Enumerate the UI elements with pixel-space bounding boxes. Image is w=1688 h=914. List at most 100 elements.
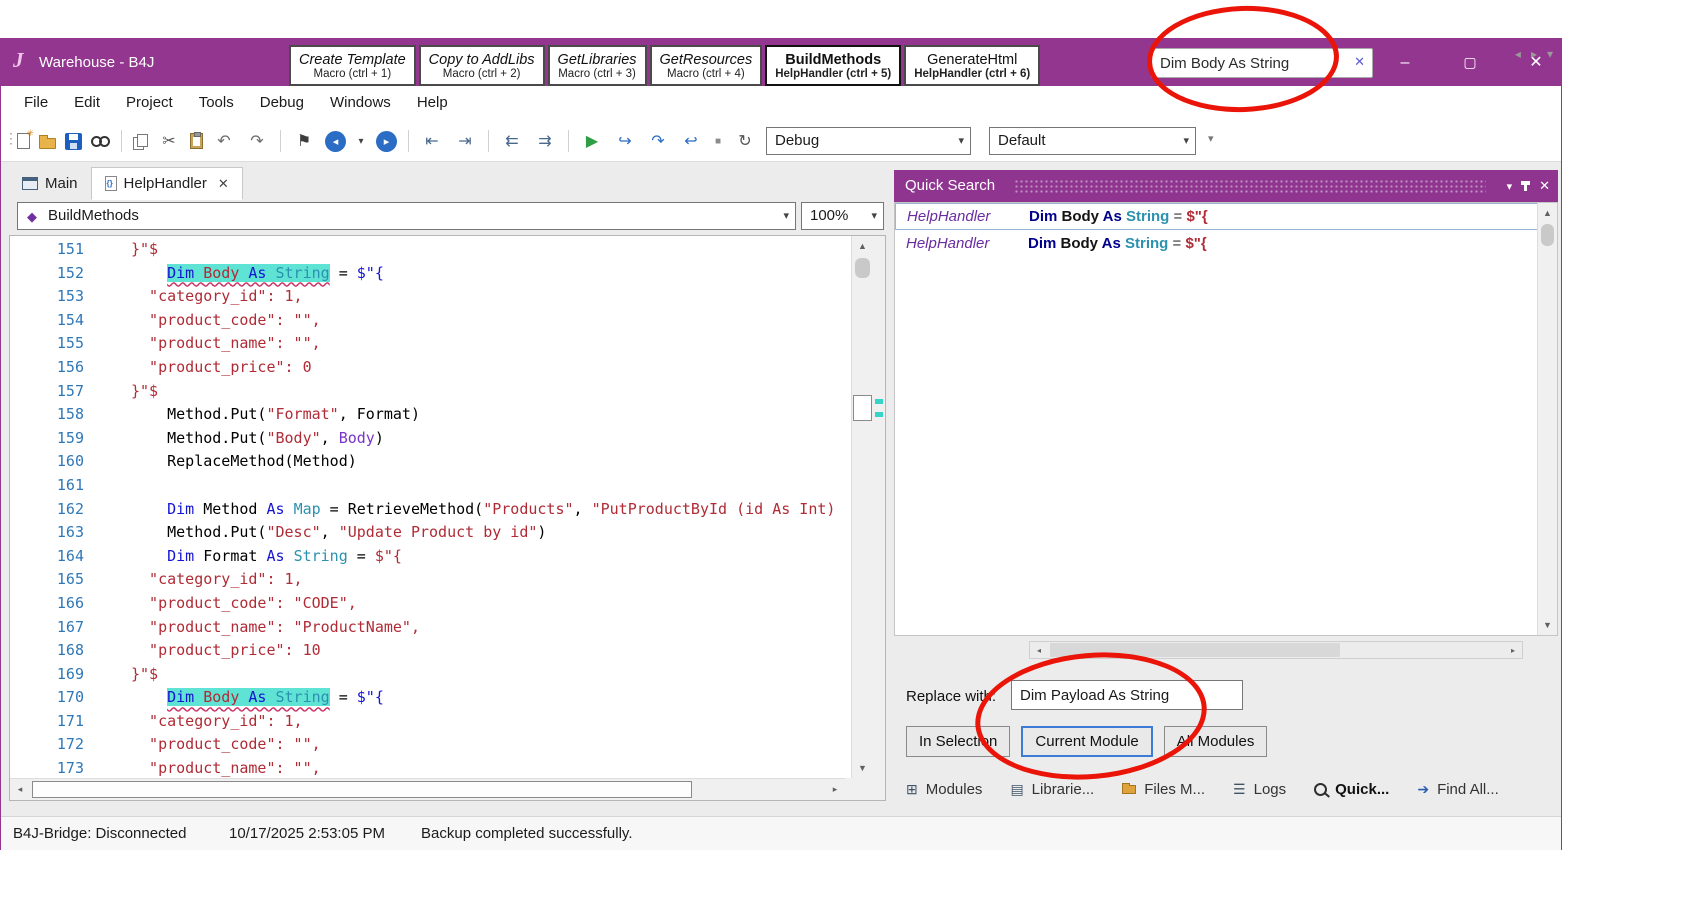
line-number[interactable]: 155 bbox=[10, 332, 98, 356]
line-number[interactable]: 158 bbox=[10, 403, 98, 427]
step-into-icon[interactable]: ↪ bbox=[613, 129, 637, 153]
code-line-171[interactable]: 171 "category_id": 1, bbox=[10, 710, 851, 734]
stop-icon[interactable]: ■ bbox=[712, 129, 724, 153]
code-line-161[interactable]: 161 bbox=[10, 474, 851, 498]
tab-close-icon[interactable]: ✕ bbox=[218, 176, 229, 192]
paste-icon[interactable] bbox=[190, 133, 203, 149]
indent-icon[interactable]: ⇥ bbox=[453, 129, 477, 153]
scroll-left-icon[interactable]: ◂ bbox=[10, 779, 30, 800]
line-number[interactable]: 151 bbox=[10, 238, 98, 262]
line-number[interactable]: 169 bbox=[10, 663, 98, 687]
scroll-left-icon[interactable]: ◂ bbox=[1030, 642, 1048, 658]
macro-tab-copy-to-addlibs[interactable]: Copy to AddLibsMacro (ctrl + 2) bbox=[419, 45, 545, 86]
open-folder-icon[interactable] bbox=[39, 138, 56, 149]
uncomment-icon[interactable]: ⇉ bbox=[533, 129, 557, 153]
scroll-up-icon[interactable]: ▲ bbox=[852, 236, 873, 256]
hscroll-thumb[interactable] bbox=[32, 781, 692, 798]
line-number[interactable]: 159 bbox=[10, 427, 98, 451]
cut-icon[interactable]: ✂ bbox=[157, 129, 181, 153]
title-search-input[interactable] bbox=[1160, 49, 1345, 77]
code-line-152[interactable]: 152 Dim Body As String = $"{ bbox=[10, 262, 851, 286]
undo-icon[interactable]: ↶ bbox=[212, 129, 236, 153]
line-number[interactable]: 153 bbox=[10, 285, 98, 309]
code-line-162[interactable]: 162 Dim Method As Map = RetrieveMethod("… bbox=[10, 498, 851, 522]
code-line-160[interactable]: 160 ReplaceMethod(Method) bbox=[10, 450, 851, 474]
line-number[interactable]: 168 bbox=[10, 639, 98, 663]
tab-helphandler[interactable]: HelpHandler✕ bbox=[91, 167, 243, 200]
menu-file[interactable]: File bbox=[11, 86, 61, 120]
macro-tab-buildmethods[interactable]: BuildMethodsHelpHandler (ctrl + 5) bbox=[765, 45, 901, 86]
code-line-155[interactable]: 155 "product_name": "", bbox=[10, 332, 851, 356]
dock-tab-quick[interactable]: Quick... bbox=[1302, 774, 1401, 804]
line-number[interactable]: 171 bbox=[10, 710, 98, 734]
step-out-icon[interactable]: ↩ bbox=[679, 129, 703, 153]
line-number[interactable]: 160 bbox=[10, 450, 98, 474]
build-config-combo[interactable]: Default bbox=[989, 127, 1196, 155]
macro-tab-getlibraries[interactable]: GetLibrariesMacro (ctrl + 3) bbox=[548, 45, 647, 86]
code-line-157[interactable]: 157}"$ bbox=[10, 380, 851, 404]
scroll-down-icon[interactable]: ▼ bbox=[1538, 615, 1557, 635]
line-number[interactable]: 172 bbox=[10, 733, 98, 757]
line-number[interactable]: 157 bbox=[10, 380, 98, 404]
line-number[interactable]: 164 bbox=[10, 545, 98, 569]
step-over-icon[interactable]: ↷ bbox=[646, 129, 670, 153]
scroll-right-icon[interactable]: ▸ bbox=[1504, 642, 1522, 658]
all-modules-button[interactable]: All Modules bbox=[1164, 726, 1268, 757]
line-number[interactable]: 163 bbox=[10, 521, 98, 545]
line-number[interactable]: 166 bbox=[10, 592, 98, 616]
code-line-167[interactable]: 167 "product_name": "ProductName", bbox=[10, 616, 851, 640]
menu-windows[interactable]: Windows bbox=[317, 86, 404, 120]
code-line-154[interactable]: 154 "product_code": "", bbox=[10, 309, 851, 333]
navigate-back-icon[interactable]: ◂ bbox=[325, 131, 346, 152]
dock-tab-librarie[interactable]: ▤Librarie... bbox=[998, 774, 1106, 804]
pin-icon[interactable] bbox=[1524, 181, 1527, 191]
panel-close-icon[interactable]: ✕ bbox=[1539, 178, 1550, 194]
code-line-151[interactable]: 151}"$ bbox=[10, 238, 851, 262]
results-vscroll-thumb[interactable] bbox=[1541, 224, 1554, 246]
dock-tab-modules[interactable]: ⊞Modules bbox=[894, 774, 994, 804]
code-line-165[interactable]: 165 "category_id": 1, bbox=[10, 568, 851, 592]
code-line-168[interactable]: 168 "product_price": 10 bbox=[10, 639, 851, 663]
zoom-combo[interactable]: 100% bbox=[801, 202, 884, 230]
results-hscroll-thumb[interactable] bbox=[1050, 643, 1340, 657]
find-in-files-icon[interactable] bbox=[91, 135, 110, 148]
panel-menu-icon[interactable]: ▾ bbox=[1507, 180, 1513, 193]
macro-tab-generatehtml[interactable]: GenerateHtmlHelpHandler (ctrl + 6) bbox=[904, 45, 1040, 86]
results-hscrollbar[interactable]: ◂ ▸ bbox=[1029, 641, 1523, 659]
line-number[interactable]: 173 bbox=[10, 757, 98, 778]
search-result-row[interactable]: HelpHandlerDim Body As String = $"{ bbox=[895, 203, 1557, 230]
build-mode-combo[interactable]: Debug bbox=[766, 127, 971, 155]
toolbar-overflow-icon[interactable]: ▾ bbox=[1208, 132, 1214, 145]
code-line-170[interactable]: 170 Dim Body As String = $"{ bbox=[10, 686, 851, 710]
code-line-169[interactable]: 169}"$ bbox=[10, 663, 851, 687]
line-number[interactable]: 170 bbox=[10, 686, 98, 710]
scroll-down-icon[interactable]: ▼ bbox=[852, 758, 873, 778]
code-lines[interactable]: 151}"$152 Dim Body As String = $"{153 "c… bbox=[10, 238, 851, 778]
unindent-icon[interactable]: ⇤ bbox=[420, 129, 444, 153]
new-file-icon[interactable] bbox=[17, 133, 30, 149]
code-line-153[interactable]: 153 "category_id": 1, bbox=[10, 285, 851, 309]
code-line-166[interactable]: 166 "product_code": "CODE", bbox=[10, 592, 851, 616]
menu-project[interactable]: Project bbox=[113, 86, 186, 120]
run-icon[interactable]: ▶ bbox=[580, 129, 604, 153]
dock-tab-logs[interactable]: ☰Logs bbox=[1221, 774, 1298, 804]
copy-icon[interactable] bbox=[133, 134, 148, 149]
search-result-row[interactable]: HelpHandlerDim Body As String = $"{ bbox=[895, 230, 1557, 257]
line-number[interactable]: 162 bbox=[10, 498, 98, 522]
code-line-173[interactable]: 173 "product_name": "", bbox=[10, 757, 851, 778]
results-vscrollbar[interactable]: ▲ ▼ bbox=[1537, 203, 1557, 635]
rebuild-icon[interactable]: ↻ bbox=[733, 129, 757, 153]
line-number[interactable]: 167 bbox=[10, 616, 98, 640]
scroll-right-icon[interactable]: ▸ bbox=[825, 779, 845, 800]
code-line-163[interactable]: 163 Method.Put("Desc", "Update Product b… bbox=[10, 521, 851, 545]
occurrence-marker[interactable] bbox=[875, 399, 883, 404]
replace-input[interactable] bbox=[1011, 680, 1243, 710]
dock-tab-files-m[interactable]: Files M... bbox=[1110, 774, 1217, 804]
line-number[interactable]: 154 bbox=[10, 309, 98, 333]
code-line-156[interactable]: 156 "product_price": 0 bbox=[10, 356, 851, 380]
vscroll-thumb[interactable] bbox=[855, 258, 870, 278]
tab-scroll-right-icon[interactable]: ▸ bbox=[1531, 47, 1537, 61]
tab-list-icon[interactable]: ▾ bbox=[1547, 47, 1553, 61]
code-line-172[interactable]: 172 "product_code": "", bbox=[10, 733, 851, 757]
editor-hscrollbar[interactable]: ◂ ▸ bbox=[10, 778, 845, 800]
